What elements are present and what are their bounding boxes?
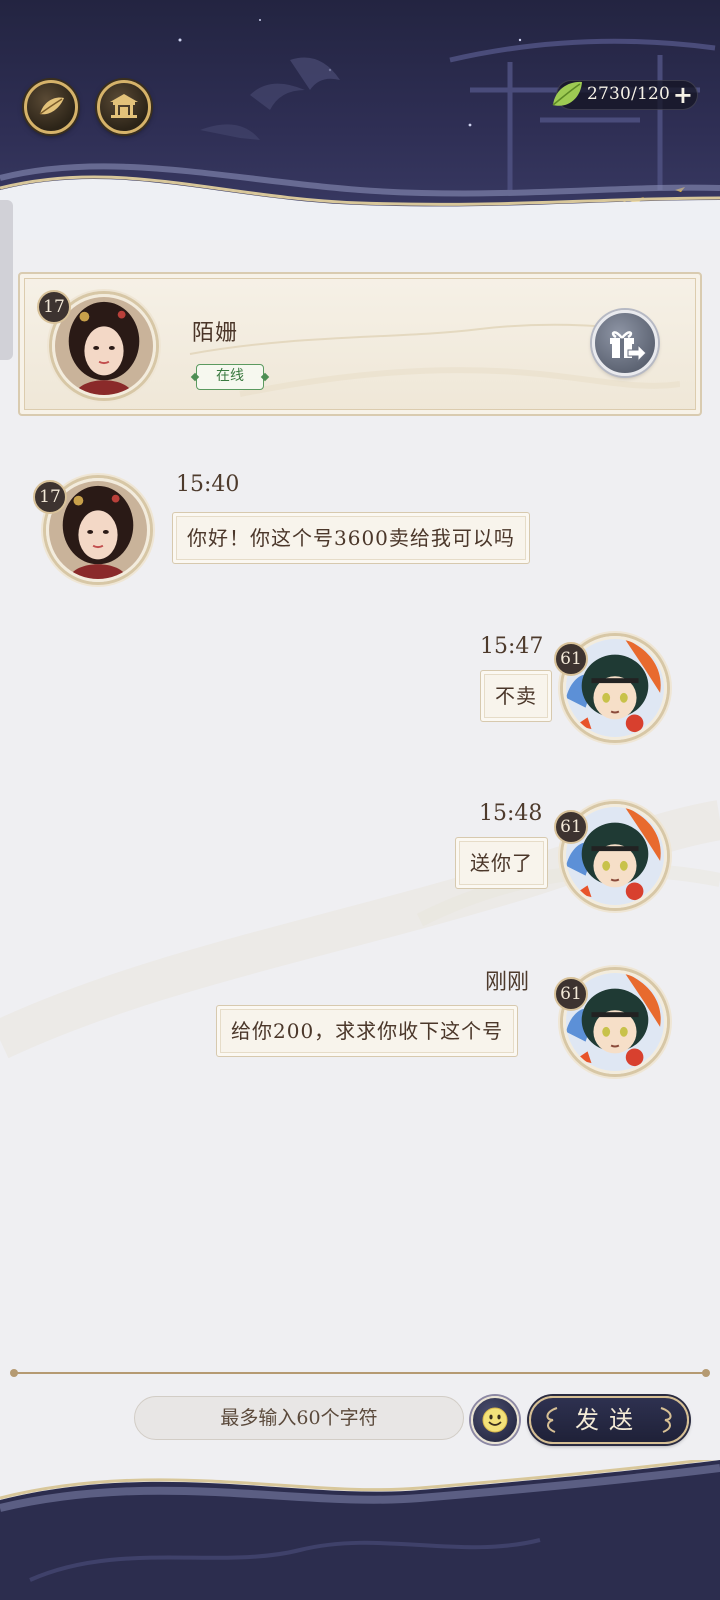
header-banner: 2730/120 + xyxy=(0,0,720,240)
currency-value: 2730/120 xyxy=(587,84,671,104)
message-bubble-sent[interactable]: 送你了 xyxy=(455,837,548,889)
message-level-badge: 17 xyxy=(33,480,67,514)
footer-wave-decoration xyxy=(0,1460,720,1600)
currency-display: 2730/120 + xyxy=(552,80,698,110)
input-divider xyxy=(10,1369,710,1377)
emoji-button[interactable] xyxy=(471,1396,519,1444)
message-timestamp: 15:40 xyxy=(176,472,240,497)
message-bubble-received[interactable]: 你好！你这个号3600卖给我可以吗 xyxy=(172,512,530,564)
pavilion-button[interactable] xyxy=(97,80,151,134)
chat-message-input[interactable] xyxy=(134,1396,464,1440)
message-level-badge: 61 xyxy=(554,977,588,1011)
message-bubble-sent[interactable]: 给你200，求求你收下这个号 xyxy=(216,1005,519,1057)
side-drawer-handle[interactable] xyxy=(0,200,13,360)
send-button-label: 发送 xyxy=(575,1406,643,1434)
pavilion-icon xyxy=(110,94,138,118)
gift-send-icon xyxy=(610,331,647,363)
cloud-curl-icon xyxy=(660,1407,672,1433)
friend-name: 陌姗 xyxy=(192,321,239,346)
chat-screen: 2730/120 + 17 陌姗 在线 17 15:40 你好！你这个号3600… xyxy=(0,0,720,1600)
online-status-badge: 在线 xyxy=(196,364,264,390)
send-button[interactable]: 发送 xyxy=(529,1396,689,1444)
message-bubble-sent[interactable]: 不卖 xyxy=(480,670,552,722)
friend-level-badge: 17 xyxy=(37,290,71,324)
message-level-badge: 61 xyxy=(554,642,588,676)
add-currency-button[interactable]: + xyxy=(673,82,693,108)
leaf-emblem-icon xyxy=(39,97,64,115)
jade-leaf-icon xyxy=(552,81,582,106)
leaf-emblem-button[interactable] xyxy=(24,80,78,134)
message-level-badge: 61 xyxy=(554,810,588,844)
message-timestamp: 15:47 xyxy=(480,634,544,659)
send-gift-button[interactable] xyxy=(592,310,658,376)
message-timestamp: 15:48 xyxy=(479,801,543,826)
message-timestamp: 刚刚 xyxy=(485,970,530,995)
cloud-curl-icon xyxy=(546,1407,558,1433)
smiley-icon xyxy=(482,1407,508,1433)
